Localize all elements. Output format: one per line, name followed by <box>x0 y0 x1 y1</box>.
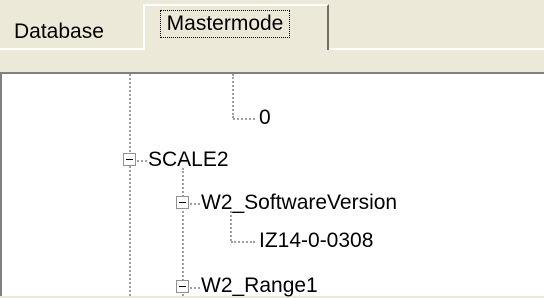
tree-view[interactable]: 0 SCALE2 W2_SoftwareVersion IZ14-0-0308 … <box>0 72 544 298</box>
tab-database[interactable]: Database <box>6 16 112 48</box>
tab-strip: Database Mastermode <box>0 0 544 50</box>
collapse-icon[interactable] <box>176 280 189 293</box>
tree-line <box>190 203 200 205</box>
collapse-icon[interactable] <box>176 196 189 209</box>
tab-mastermode[interactable]: Mastermode <box>143 4 329 50</box>
tree-line <box>231 241 255 243</box>
tab-database-label: Database <box>14 20 104 43</box>
tree-node[interactable]: W2_Range1 <box>201 274 318 298</box>
tab-pane-header <box>0 50 544 72</box>
tree-node[interactable]: 0 <box>259 106 271 130</box>
tree-line <box>233 118 255 120</box>
tree-line <box>232 74 234 118</box>
tree-line <box>129 74 131 296</box>
tree-line <box>230 211 232 241</box>
tree-node[interactable]: IZ14-0-0308 <box>259 229 373 253</box>
tree-node[interactable]: SCALE2 <box>148 148 229 172</box>
tab-mastermode-label: Mastermode <box>159 10 291 38</box>
tree-line <box>137 160 147 162</box>
tree-line <box>190 287 200 289</box>
collapse-icon[interactable] <box>123 153 136 166</box>
tree-line <box>182 168 184 296</box>
